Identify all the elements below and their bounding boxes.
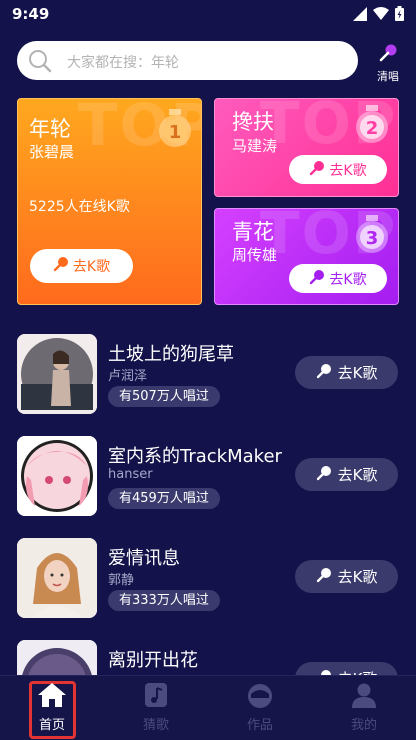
sing-count-badge: 有333万人唱过	[108, 590, 220, 611]
song-title: 室内系的TrackMaker	[108, 446, 282, 467]
rank-1-medal-icon: 1	[158, 109, 192, 153]
song-artist: 郭静	[108, 573, 135, 588]
online-count: 5225人在线K歌	[29, 199, 130, 215]
nav-label: 作品	[246, 718, 273, 733]
app-screen: 9:49 大家都在搜：年轮 清唱 TOP 1 年轮 张碧晨 5225人在线K歌 …	[0, 0, 416, 740]
sing-count-badge: 有507万人唱过	[108, 386, 220, 407]
card-song-title: 年轮	[29, 117, 71, 141]
works-icon	[245, 684, 275, 712]
card-singer: 马建涛	[232, 137, 278, 155]
top-song-card-2[interactable]: TOP 2 搀扶 马建涛 去K歌	[214, 98, 399, 197]
card-song-title: 搀扶	[232, 110, 274, 134]
sing-label: 去K歌	[72, 259, 111, 275]
card-1-sing-button[interactable]: 去K歌	[30, 249, 133, 283]
song-title: 土坡上的狗尾草	[108, 344, 234, 365]
song-title: 离别开出花	[108, 650, 198, 671]
nav-tab-guess-song[interactable]: 猜歌	[126, 682, 186, 733]
cellular-icon	[353, 6, 367, 25]
card-singer: 张碧晨	[29, 143, 75, 161]
status-bar: 9:49	[0, 0, 416, 30]
song-title: 爱情讯息	[108, 548, 180, 569]
sing-label: 去K歌	[337, 568, 378, 586]
song-list-item[interactable]: 室内系的TrackMaker hanser 有459万人唱过 去K歌	[0, 436, 416, 526]
search-input[interactable]: 大家都在搜：年轮	[17, 41, 358, 80]
rank-number: 1	[169, 122, 182, 143]
card-song-title: 青花	[232, 220, 274, 244]
rank-number: 3	[366, 228, 379, 249]
sing-label: 去K歌	[329, 162, 367, 179]
card-singer: 周传雄	[232, 246, 278, 264]
microphone-icon	[309, 269, 325, 289]
card-2-sing-button[interactable]: 去K歌	[289, 155, 387, 184]
sing-label: 去K歌	[329, 271, 367, 288]
microphone-icon	[53, 256, 69, 276]
song-list-item[interactable]: 爱情讯息 郭静 有333万人唱过 去K歌	[0, 538, 416, 628]
sing-count-badge: 有459万人唱过	[108, 488, 220, 509]
microphone-icon	[309, 160, 325, 180]
microphone-icon	[316, 465, 332, 485]
wifi-icon	[373, 6, 389, 25]
album-cover	[17, 538, 97, 618]
nav-tab-home[interactable]: 首页	[22, 682, 82, 733]
sing-label: 去K歌	[337, 466, 378, 484]
nav-tab-profile[interactable]: 我的	[334, 682, 394, 733]
album-cover	[17, 436, 97, 516]
profile-icon	[351, 683, 377, 712]
bottom-nav: 首页 猜歌 作品 我的	[0, 675, 416, 740]
sing-button[interactable]: 去K歌	[295, 458, 398, 491]
song-artist: 卢润泽	[108, 369, 148, 384]
nav-label: 猜歌	[142, 718, 169, 733]
home-icon	[37, 683, 67, 712]
search-icon	[28, 49, 52, 77]
sing-button[interactable]: 去K歌	[295, 356, 398, 389]
rank-3-medal-icon: 3	[355, 215, 389, 259]
music-note-icon	[143, 683, 169, 712]
microphone-icon	[316, 567, 332, 587]
microphone-icon	[316, 363, 332, 383]
status-time: 9:49	[12, 5, 50, 23]
rank-2-medal-icon: 2	[355, 105, 389, 149]
song-artist: hanser	[108, 467, 153, 482]
sing-button[interactable]: 去K歌	[295, 560, 398, 593]
acapella-button[interactable]: 清唱	[372, 44, 404, 84]
rank-number: 2	[366, 118, 379, 139]
nav-label: 我的	[350, 718, 377, 733]
album-cover	[17, 334, 97, 414]
microphone-icon	[378, 44, 398, 66]
top-song-card-3[interactable]: TOP 3 青花 周传雄 去K歌	[214, 208, 399, 305]
card-3-sing-button[interactable]: 去K歌	[289, 264, 387, 293]
battery-icon	[395, 6, 404, 25]
nav-tab-works[interactable]: 作品	[230, 682, 290, 733]
sing-label: 去K歌	[337, 364, 378, 382]
nav-label: 首页	[38, 718, 65, 733]
status-icons	[353, 6, 404, 25]
top-song-card-1[interactable]: TOP 1 年轮 张碧晨 5225人在线K歌 去K歌	[17, 98, 202, 305]
song-list-item[interactable]: 土坡上的狗尾草 卢润泽 有507万人唱过 去K歌	[0, 334, 416, 424]
search-placeholder: 大家都在搜：年轮	[67, 55, 179, 71]
acapella-label: 清唱	[377, 70, 399, 83]
